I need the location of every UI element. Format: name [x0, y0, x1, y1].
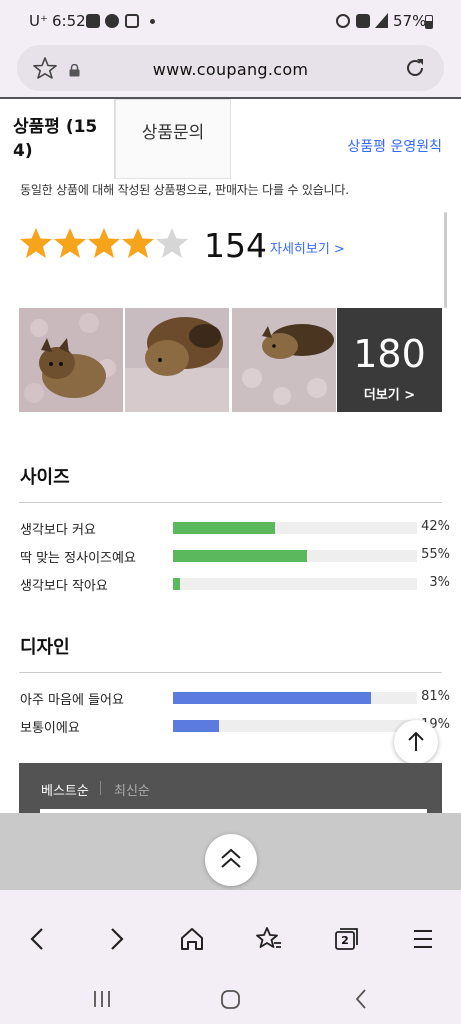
- tab-reviews[interactable]: 상품평 (15 4): [0, 99, 115, 179]
- sort-newest-button[interactable]: 최신순: [114, 780, 150, 799]
- carrier-label: U⁺: [29, 12, 48, 30]
- review-tabs: 상품평 (15 4) 상품문의 상품평 운영원칙: [0, 97, 461, 179]
- survey-row-label: 생각보다 작아요: [20, 579, 108, 594]
- home-icon: [181, 928, 203, 950]
- tab-count: 2: [341, 934, 349, 947]
- battery-icon: [425, 15, 433, 29]
- chevron-left-icon: [30, 928, 43, 950]
- divider: [100, 781, 101, 795]
- review-notice: 동일한 상품에 대해 작성된 상품평으로, 판매자는 다를 수 있습니다.: [20, 183, 349, 197]
- browser-navigation-bar: 2: [0, 909, 461, 969]
- divider: [19, 672, 442, 673]
- survey-bar-fill: [173, 692, 371, 704]
- tab-inquiries[interactable]: 상품문의: [115, 99, 231, 179]
- survey-bar-track: [173, 720, 417, 732]
- review-photo[interactable]: [125, 308, 229, 412]
- browser-toolbar: www.coupang.com: [0, 44, 461, 98]
- star-icon: [20, 228, 52, 258]
- instagram-icon: [125, 14, 139, 28]
- tab-reviews-label-line1: 상품평 (15: [13, 117, 98, 137]
- dog-photo-image: [125, 308, 229, 412]
- survey-bar-track: [173, 550, 417, 562]
- survey-row-percent: 55%: [421, 547, 450, 562]
- more-photos-label: 더보기 >: [363, 388, 416, 403]
- home-button[interactable]: [172, 919, 212, 959]
- star-icon: [122, 228, 154, 258]
- menu-button[interactable]: [403, 919, 443, 959]
- survey-row-label: 생각보다 커요: [20, 523, 96, 538]
- system-navigation-bar: [0, 969, 461, 1024]
- home-system-button[interactable]: [213, 981, 249, 1017]
- survey-row-label: 딱 맞는 정사이즈예요: [20, 551, 136, 566]
- divider: [19, 502, 442, 503]
- hamburger-icon: [414, 930, 432, 948]
- dog-photo-image: [19, 308, 123, 412]
- survey-row-percent: 81%: [421, 689, 450, 704]
- survey-row-label: 아주 마음에 들어요: [20, 693, 124, 708]
- 5g-icon: [356, 14, 370, 28]
- star-icon: [88, 228, 120, 258]
- survey-bar-track: [173, 692, 417, 704]
- talk-icon: [105, 14, 119, 28]
- size-section-title: 사이즈: [20, 467, 70, 488]
- survey-row: 생각보다 작아요 3%: [20, 573, 450, 594]
- spacer: [0, 890, 461, 909]
- clock: 6:52: [52, 12, 86, 30]
- rating-stars: [19, 227, 189, 261]
- survey-row: 보통이에요 19%: [20, 715, 450, 736]
- recent-apps-icon: [94, 991, 110, 1007]
- back-button[interactable]: [18, 919, 58, 959]
- survey-bar-fill: [173, 550, 308, 562]
- star-icon: [54, 228, 86, 258]
- review-photo[interactable]: [19, 308, 123, 412]
- rating-detail-link[interactable]: 자세히보기 >: [270, 238, 345, 257]
- reload-icon[interactable]: [403, 56, 427, 84]
- signal-icon: [375, 13, 388, 28]
- arrow-up-icon: [408, 731, 424, 751]
- survey-row-percent: 3%: [429, 575, 450, 590]
- alarm-icon: [336, 14, 350, 28]
- double-chevron-up-icon: [221, 848, 241, 868]
- gallery-icon: [86, 14, 100, 28]
- more-photos-count: 180: [353, 332, 426, 376]
- forward-button[interactable]: [96, 919, 136, 959]
- tabs-button[interactable]: 2: [326, 919, 366, 959]
- status-bar: U⁺ 6:52 57%: [0, 0, 461, 44]
- survey-row: 아주 마음에 들어요 81%: [20, 687, 450, 708]
- tab-reviews-label-line2: 4): [13, 141, 33, 161]
- back-chevron-icon: [355, 989, 366, 1009]
- dog-photo-image: [232, 308, 336, 412]
- design-section-title: 디자인: [20, 637, 70, 658]
- survey-row: 딱 맞는 정사이즈예요 55%: [20, 545, 450, 566]
- bookmarks-button[interactable]: [249, 919, 289, 959]
- rating-count: 154: [204, 226, 267, 265]
- survey-bar-track: [173, 578, 417, 590]
- address-bar[interactable]: www.coupang.com: [17, 45, 444, 91]
- sort-best-button[interactable]: 베스트순: [41, 780, 89, 799]
- recent-apps-button[interactable]: [84, 981, 120, 1017]
- half-star-icon: [156, 228, 188, 258]
- url-text[interactable]: www.coupang.com: [17, 60, 444, 79]
- survey-row-label: 보통이에요: [20, 721, 80, 736]
- scrollbar[interactable]: [444, 212, 447, 308]
- battery-percent: 57%: [393, 12, 427, 30]
- more-notifications-icon: [150, 19, 155, 24]
- chevron-right-icon: [111, 928, 124, 950]
- scroll-to-top-button[interactable]: [205, 834, 257, 886]
- survey-bar-fill: [173, 578, 181, 590]
- scroll-up-button[interactable]: [394, 720, 438, 764]
- survey-row-percent: 42%: [421, 519, 450, 534]
- back-system-button[interactable]: [343, 981, 379, 1017]
- review-policy-link[interactable]: 상품평 운영원칙: [347, 136, 442, 156]
- home-circle-icon: [221, 990, 240, 1009]
- more-photos-button[interactable]: 180 더보기 >: [337, 308, 442, 412]
- survey-bar-track: [173, 522, 417, 534]
- survey-row: 생각보다 커요 42%: [20, 517, 450, 538]
- survey-bar-fill: [173, 522, 276, 534]
- survey-bar-fill: [173, 720, 220, 732]
- bookmark-list-icon: [256, 927, 281, 948]
- review-photo[interactable]: [232, 308, 336, 412]
